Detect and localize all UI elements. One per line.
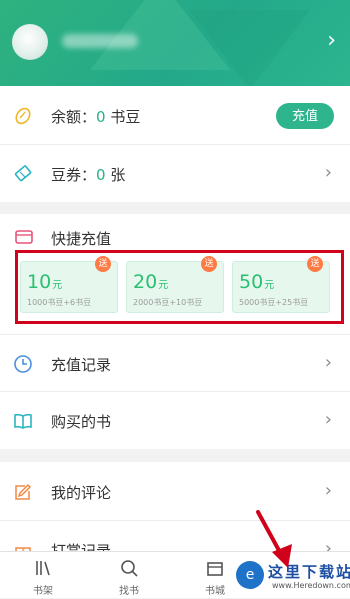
chevron-right-icon: › (324, 352, 332, 373)
coupon-unit: 张 (105, 166, 126, 184)
reward-history-label: 打赏记录 (51, 542, 112, 551)
tile-amount: 10元 (27, 271, 62, 293)
tile-amount-value: 50 (239, 271, 264, 293)
gift-badge: 送 (95, 256, 111, 272)
activity-card: 我的评论 › 打赏记录 › (0, 462, 350, 551)
tile-amount-unit: 元 (52, 280, 63, 291)
tile-amount-unit: 元 (158, 280, 169, 291)
quick-recharge-title: 快捷充值 (51, 230, 112, 248)
search-icon (121, 560, 138, 577)
tile-bonus: 2000书豆+10书豆 (133, 298, 203, 307)
coupon-row[interactable]: 豆券：0 张 › (0, 144, 350, 202)
balance-unit: 书豆 (105, 108, 141, 126)
balance-label-text: 余额： (51, 108, 97, 126)
purchased-books-row[interactable]: 购买的书 › (0, 391, 350, 449)
recharge-history-row[interactable]: 充值记录 › (0, 334, 350, 392)
my-reviews-row[interactable]: 我的评论 › (0, 462, 350, 520)
recharge-tile-50[interactable]: 50元 5000书豆+25书豆 送 (232, 256, 330, 313)
edit-icon (15, 483, 32, 500)
coupon-icon (14, 165, 32, 182)
recharge-history-label: 充值记录 (51, 356, 112, 374)
purchased-books-label: 购买的书 (51, 413, 112, 431)
gift-icon (15, 547, 31, 551)
book-icon (14, 413, 32, 429)
chevron-right-icon[interactable]: › (327, 30, 336, 52)
tile-bonus: 1000书豆+6书豆 (27, 298, 92, 307)
tab-label: 书架 (33, 586, 53, 597)
chevron-right-icon: › (324, 162, 332, 183)
watermark-title: 这里下载站 (268, 563, 350, 581)
tile-amount-unit: 元 (264, 280, 275, 291)
balance-label: 余额：0 书豆 (51, 106, 140, 127)
gift-badge: 送 (307, 256, 323, 272)
header-decoration (190, 10, 310, 86)
gift-badge: 送 (201, 256, 217, 272)
wallet-icon (15, 230, 33, 244)
tile-amount-value: 20 (133, 271, 158, 293)
bean-icon (15, 107, 31, 125)
clock-icon (14, 355, 32, 373)
quick-recharge-options: 10元 1000书豆+6书豆 送 20元 2000书豆+10书豆 送 50元 5… (15, 250, 344, 324)
chevron-right-icon: › (324, 409, 332, 430)
recharge-tile-20[interactable]: 20元 2000书豆+10书豆 送 (126, 256, 224, 313)
reward-history-row[interactable]: 打赏记录 › (0, 520, 350, 551)
tile-amount: 20元 (133, 271, 168, 293)
bookshelf-icon (36, 561, 50, 576)
tab-bookshelf[interactable]: 书架 (8, 552, 78, 599)
tab-label: 找书 (119, 586, 139, 597)
coupon-value: 0 (96, 166, 106, 184)
username-blurred (62, 34, 138, 48)
watermark-url: www.Heredown.com (272, 581, 350, 590)
my-reviews-label: 我的评论 (51, 484, 112, 502)
recharge-button[interactable]: 充值 (276, 103, 334, 129)
profile-header[interactable]: › (0, 0, 350, 86)
coupon-label-text: 豆券： (51, 166, 97, 184)
coupon-label: 豆券：0 张 (51, 164, 125, 185)
tab-find-books[interactable]: 找书 (94, 552, 164, 599)
watermark: e 这里下载站 www.Heredown.com (232, 555, 350, 598)
store-icon (207, 562, 223, 576)
tile-amount-value: 10 (27, 271, 52, 293)
tile-amount: 50元 (239, 271, 274, 293)
watermark-logo: e (236, 561, 264, 589)
chevron-right-icon: › (324, 480, 332, 501)
tile-bonus: 5000书豆+25书豆 (239, 298, 309, 307)
avatar[interactable] (12, 24, 48, 60)
balance-value: 0 (96, 108, 106, 126)
recharge-tile-10[interactable]: 10元 1000书豆+6书豆 送 (20, 256, 118, 313)
chevron-right-icon: › (324, 538, 332, 551)
